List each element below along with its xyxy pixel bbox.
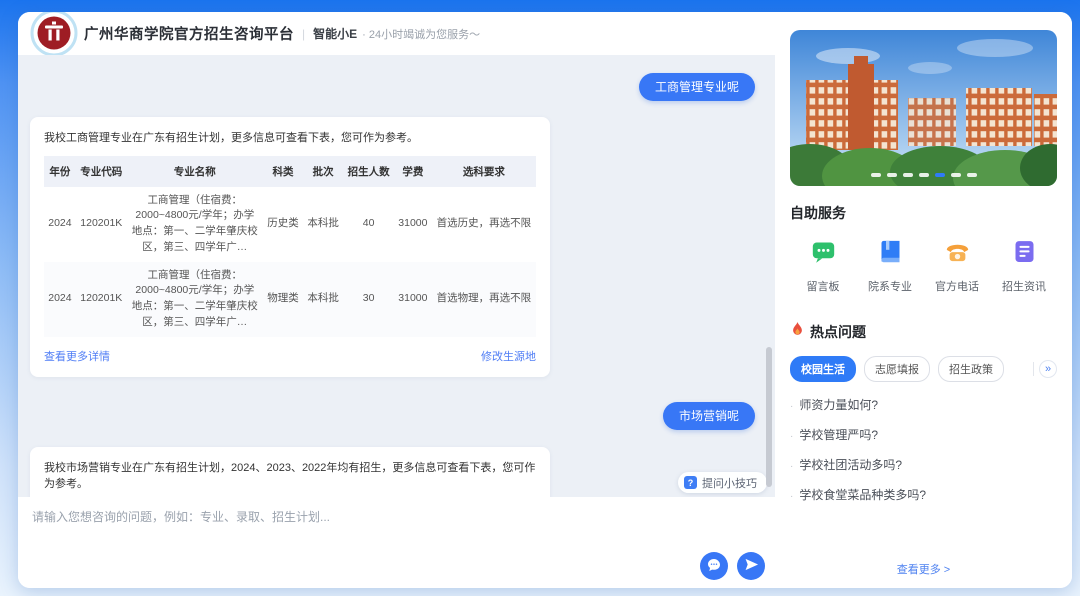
col-header: 招生人数 [343, 156, 394, 187]
bot-intro-text: 我校工商管理专业在广东有招生计划，更多信息可查看下表，您可作为参考。 [44, 130, 536, 147]
col-header: 选科要求 [432, 156, 536, 187]
message-input[interactable] [18, 497, 775, 549]
service-label: 院系专业 [860, 278, 920, 294]
campus-photo-carousel[interactable] [790, 30, 1057, 186]
main-window: 广州华商学院官方招生咨询平台 | 智能小E · 24小时竭诚为您服务～ 工商管理… [18, 12, 1072, 588]
cell-category: 历史类 [263, 187, 303, 262]
carousel-dot[interactable] [919, 173, 929, 177]
cell-category: 物理类 [263, 262, 303, 337]
hot-questions-list: ·师资力量如何? ·学校管理严吗? ·学校社团活动多吗? ·学校食堂菜品种类多吗… [790, 396, 1057, 503]
hot-questions-title: 热点问题 [810, 322, 866, 342]
col-header: 年份 [44, 156, 76, 187]
tabs-more-button[interactable]: » [1039, 360, 1057, 378]
col-header: 批次 [303, 156, 343, 187]
hot-question-tabs: 校园生活 志愿填报 招生政策 » [790, 356, 1057, 382]
cell-subjects: 首选物理，再选不限 [432, 262, 536, 337]
service-official-phone[interactable]: 官方电话 [927, 238, 987, 294]
services-title: 自助服务 [790, 203, 1057, 223]
admission-plan-table: 年份 专业代码 专业名称 科类 批次 招生人数 学费 选科要求 2024 [44, 156, 536, 337]
bot-message-card: 我校工商管理专业在广东有招生计划，更多信息可查看下表，您可作为参考。 年份 专业… [30, 117, 550, 377]
carousel-dot[interactable] [951, 173, 961, 177]
question-tips-badge[interactable]: ? 提问小技巧 [678, 472, 767, 493]
tab-policy[interactable]: 招生政策 [938, 356, 1004, 382]
cell-code: 120201K [76, 262, 127, 337]
tab-application[interactable]: 志愿填报 [864, 356, 930, 382]
service-label: 留言板 [793, 278, 853, 294]
phone-icon [944, 252, 971, 269]
chat-scrollbar[interactable] [766, 347, 772, 487]
tabs-separator [1033, 362, 1034, 376]
bullet-icon: · [790, 491, 793, 502]
user-message: 市场营销呢 [663, 402, 755, 430]
carousel-dot-active[interactable] [935, 173, 945, 177]
question-item[interactable]: ·学校管理严吗? [790, 426, 1057, 443]
cell-code: 120201K [76, 187, 127, 262]
bot-intro-text: 我校市场营销专业在广东有招生计划，2024、2023、2022年均有招生，更多信… [44, 460, 536, 493]
chat-column: 广州华商学院官方招生咨询平台 | 智能小E · 24小时竭诚为您服务～ 工商管理… [18, 12, 775, 588]
question-item[interactable]: ·学校社团活动多吗? [790, 456, 1057, 473]
table-header-row: 年份 专业代码 专业名称 科类 批次 招生人数 学费 选科要求 [44, 156, 536, 187]
school-logo [30, 12, 78, 57]
cell-year: 2024 [44, 262, 76, 337]
quick-chat-button[interactable] [700, 552, 728, 580]
carousel-dots [790, 173, 1057, 177]
message-board-icon [810, 252, 837, 269]
cell-batch: 本科批 [303, 187, 343, 262]
cell-quota: 30 [343, 262, 394, 337]
user-message: 工商管理专业呢 [639, 73, 755, 101]
question-item[interactable]: ·师资力量如何? [790, 396, 1057, 413]
book-icon [877, 252, 904, 269]
tips-label: 提问小技巧 [702, 475, 757, 491]
header-tagline: · 24小时竭诚为您服务～ [362, 26, 480, 42]
app-header: 广州华商学院官方招生咨询平台 | 智能小E · 24小时竭诚为您服务～ [18, 12, 775, 55]
carousel-dot[interactable] [967, 173, 977, 177]
service-label: 官方电话 [927, 278, 987, 294]
carousel-dot[interactable] [887, 173, 897, 177]
bullet-icon: · [790, 431, 793, 442]
view-more-details-link[interactable]: 查看更多详情 [44, 348, 110, 364]
cell-major: 工商管理（住宿费：2000~4800元/学年；办学地点：第一、二学年肇庆校区，第… [127, 187, 263, 262]
bullet-icon: · [790, 401, 793, 412]
send-button[interactable] [737, 552, 765, 580]
cell-year: 2024 [44, 187, 76, 262]
tab-campus-life[interactable]: 校园生活 [790, 356, 856, 382]
col-header: 专业名称 [127, 156, 263, 187]
cell-tuition: 31000 [394, 262, 432, 337]
sidebar: 自助服务 留言板 [775, 12, 1072, 588]
col-header: 学费 [394, 156, 432, 187]
chat-bubble-icon [706, 557, 722, 576]
cell-major: 工商管理（住宿费：2000~4800元/学年；办学地点：第一、二学年肇庆校区，第… [127, 262, 263, 337]
flame-icon [790, 321, 805, 343]
chat-area: 工商管理专业呢 我校工商管理专业在广东有招生计划，更多信息可查看下表，您可作为参… [18, 55, 775, 497]
carousel-dot[interactable] [903, 173, 913, 177]
service-message-board[interactable]: 留言板 [793, 238, 853, 294]
cell-subjects: 首选历史，再选不限 [432, 187, 536, 262]
question-mark-icon: ? [684, 476, 697, 489]
service-admissions-news[interactable]: 招生资讯 [994, 238, 1054, 294]
carousel-dot[interactable] [871, 173, 881, 177]
send-icon [744, 557, 759, 575]
cell-tuition: 31000 [394, 187, 432, 262]
table-row: 2024 120201K 工商管理（住宿费：2000~4800元/学年；办学地点… [44, 262, 536, 337]
service-departments[interactable]: 院系专业 [860, 238, 920, 294]
chevron-right-icon: » [1045, 363, 1051, 375]
cell-batch: 本科批 [303, 262, 343, 337]
table-row: 2024 120201K 工商管理（住宿费：2000~4800元/学年；办学地点… [44, 187, 536, 262]
campus-photo [790, 30, 1057, 186]
bullet-icon: · [790, 461, 793, 472]
change-origin-link[interactable]: 修改生源地 [481, 348, 536, 364]
assistant-name: 智能小E [313, 25, 357, 42]
view-more-link[interactable]: 查看更多 > [775, 561, 1072, 577]
header-divider: | [302, 27, 305, 41]
service-label: 招生资讯 [994, 278, 1054, 294]
col-header: 专业代码 [76, 156, 127, 187]
bot-message-card: 我校市场营销专业在广东有招生计划，2024、2023、2022年均有招生，更多信… [30, 447, 550, 498]
news-icon [1011, 252, 1038, 269]
services-row: 留言板 院系专业 [790, 238, 1057, 294]
col-header: 科类 [263, 156, 303, 187]
page-title: 广州华商学院官方招生咨询平台 [84, 23, 294, 44]
cell-quota: 40 [343, 187, 394, 262]
message-input-area [18, 497, 775, 588]
question-item[interactable]: ·学校食堂菜品种类多吗? [790, 486, 1057, 503]
